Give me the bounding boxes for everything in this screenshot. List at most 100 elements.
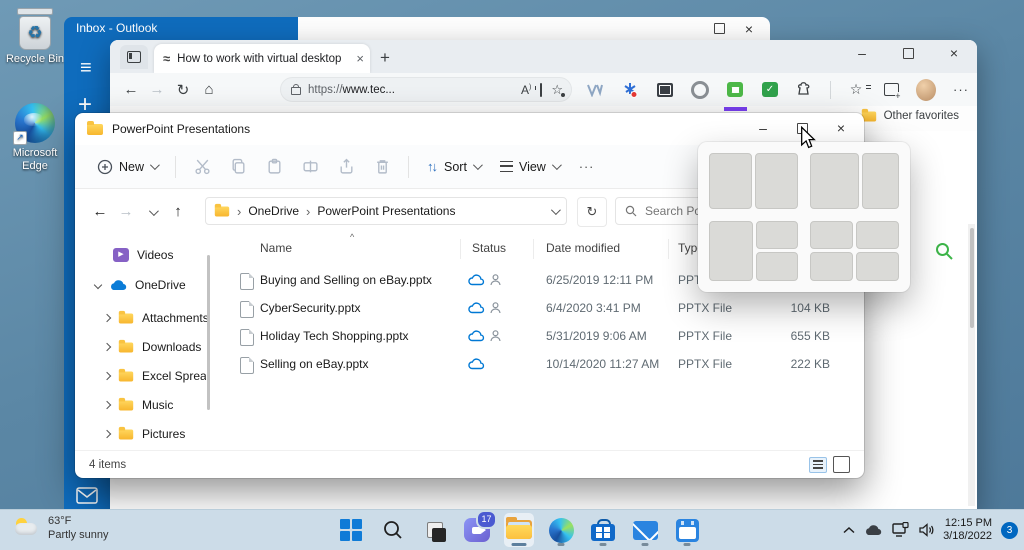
details-view-toggle[interactable] [809, 457, 827, 473]
rename-button[interactable] [294, 153, 326, 181]
outlook-maximize-button[interactable] [704, 18, 734, 40]
sidebar-item-onedrive[interactable]: OneDrive [75, 272, 213, 298]
column-header-status[interactable]: Status [472, 241, 506, 263]
sidebar-item-excel-spreadsheets[interactable]: Excel Spreadsheets [75, 364, 213, 388]
sidebar-item-music[interactable]: Music [75, 393, 213, 417]
table-row[interactable]: CyberSecurity.pptx 6/4/2020 3:41 PM PPTX… [215, 295, 856, 323]
table-row[interactable]: Holiday Tech Shopping.pptx 5/31/2019 9:0… [215, 323, 856, 351]
share-button[interactable] [330, 153, 362, 181]
start-button[interactable] [336, 513, 366, 547]
desktop-icon-recycle-bin[interactable]: ♻ Recycle Bin [0, 8, 70, 65]
edge-close-button[interactable]: × [939, 42, 969, 64]
page-search-icon[interactable] [934, 241, 954, 261]
extension-tools-icon[interactable] [620, 80, 640, 100]
taskbar-calendar-button[interactable] [672, 513, 702, 547]
address-dropdown-chevron[interactable] [551, 205, 561, 215]
chevron-collapsed-icon[interactable] [103, 343, 111, 351]
taskbar-file-explorer-button[interactable] [504, 513, 534, 547]
hamburger-menu-icon[interactable]: ≡ [80, 57, 92, 80]
tray-volume-icon[interactable] [918, 523, 934, 537]
scrollbar-thumb[interactable] [970, 228, 974, 328]
new-button[interactable]: New [89, 152, 165, 182]
chevron-expanded-icon[interactable] [94, 281, 102, 289]
outlook-mail-nav-icon[interactable] [76, 487, 98, 504]
breadcrumb-item-onedrive[interactable]: OneDrive [248, 204, 299, 218]
page-scrollbar[interactable] [968, 224, 975, 506]
profile-avatar[interactable] [916, 80, 936, 100]
breadcrumb-item-current[interactable]: PowerPoint Presentations [317, 204, 455, 218]
favorites-bar-icon[interactable]: ☆ [846, 80, 866, 100]
extension-v-icon[interactable] [585, 80, 605, 100]
paste-button[interactable] [258, 153, 290, 181]
sidebar-item-attachments[interactable]: Attachments [75, 306, 213, 330]
nav-up-button[interactable]: ↑ [165, 203, 191, 220]
task-view-button[interactable] [420, 513, 450, 547]
tab-actions-menu-button[interactable] [120, 45, 148, 69]
outlook-close-button[interactable]: × [734, 18, 764, 40]
snap-layout-option-quad[interactable] [810, 221, 899, 282]
desktop-icon-microsoft-edge[interactable]: ↗ Microsoft Edge [0, 103, 70, 173]
notification-count-badge[interactable]: 3 [1001, 522, 1018, 539]
explorer-close-button[interactable]: × [826, 117, 856, 139]
explorer-refresh-button[interactable]: ↻ [577, 197, 607, 227]
browser-home-button[interactable]: ⌂ [196, 81, 222, 98]
explorer-titlebar[interactable]: PowerPoint Presentations [75, 113, 864, 145]
address-bar[interactable]: https://www.tec... A) ☆ [280, 77, 572, 102]
collections-icon[interactable] [881, 80, 901, 100]
snap-layout-option-two-equal[interactable] [709, 153, 798, 209]
chevron-collapsed-icon[interactable] [103, 401, 111, 409]
large-icons-view-toggle[interactable] [833, 456, 850, 473]
browser-forward-button[interactable]: → [144, 81, 170, 98]
extension-checkmark-icon[interactable]: ✓ [760, 80, 780, 100]
column-header-date-modified[interactable]: Date modified [546, 241, 620, 263]
view-button[interactable]: View [492, 152, 567, 182]
sidebar-item-pictures[interactable]: Pictures [75, 422, 213, 446]
tray-show-hidden-icons-chevron[interactable] [843, 526, 855, 534]
snap-layout-option-wide-left[interactable] [810, 153, 899, 209]
taskbar-store-button[interactable] [588, 513, 618, 547]
taskbar-mail-button[interactable] [630, 513, 660, 547]
browser-back-button[interactable]: ← [118, 81, 144, 98]
read-aloud-icon[interactable]: A) [521, 83, 531, 97]
edge-maximize-button[interactable] [893, 42, 923, 64]
weather-widget[interactable]: 63°F Partly sunny [14, 514, 109, 542]
cut-button[interactable] [186, 153, 218, 181]
column-header-name[interactable]: Name [260, 241, 292, 263]
tray-onedrive-icon[interactable] [864, 524, 882, 536]
sidebar-item-downloads[interactable]: Downloads [75, 335, 213, 359]
extension-news-icon[interactable] [655, 80, 675, 100]
explorer-minimize-button[interactable]: – [748, 117, 778, 139]
taskbar-search-button[interactable] [378, 513, 408, 547]
sort-button[interactable]: ↑↓ Sort [419, 152, 488, 182]
new-tab-button[interactable]: + [380, 48, 390, 68]
other-favorites-button[interactable]: Other favorites [861, 110, 959, 122]
sidebar-item-videos[interactable]: ▶ Videos [75, 242, 213, 268]
immersive-reader-icon[interactable] [540, 84, 542, 96]
chevron-collapsed-icon[interactable] [103, 372, 111, 380]
nav-back-button[interactable]: ← [87, 203, 113, 220]
tray-clock[interactable]: 12:15 PM 3/18/2022 [943, 517, 992, 543]
delete-button[interactable] [366, 153, 398, 181]
tab-close-icon[interactable]: × [356, 51, 364, 66]
taskbar-edge-button[interactable] [546, 513, 576, 547]
see-more-button[interactable]: ··· [571, 152, 603, 182]
chevron-collapsed-icon[interactable] [103, 430, 111, 438]
breadcrumb[interactable]: › OneDrive › PowerPoint Presentations [205, 197, 567, 225]
chat-button[interactable]: 17 [462, 513, 492, 547]
add-favorite-icon[interactable]: ☆ [551, 82, 563, 98]
edge-minimize-button[interactable]: – [847, 42, 877, 64]
sidebar-scrollbar[interactable] [207, 255, 210, 410]
extensions-menu-icon[interactable] [795, 80, 815, 100]
nav-forward-button[interactable]: → [113, 203, 139, 220]
chevron-collapsed-icon[interactable] [103, 314, 111, 322]
copy-button[interactable] [222, 153, 254, 181]
extension-roboform-icon[interactable] [725, 80, 745, 100]
table-row[interactable]: Selling on eBay.pptx 10/14/2020 11:27 AM… [215, 351, 856, 379]
tab-virtual-desktops[interactable]: ≈ How to work with virtual desktop × [154, 44, 370, 73]
browser-refresh-button[interactable]: ↻ [170, 81, 196, 99]
snap-layout-option-left-plus-stack[interactable] [709, 221, 798, 282]
tray-network-icon[interactable] [891, 522, 909, 538]
edge-settings-menu-icon[interactable]: ··· [951, 80, 971, 100]
extension-office-icon[interactable] [690, 80, 710, 100]
nav-history-chevron[interactable] [139, 203, 165, 220]
